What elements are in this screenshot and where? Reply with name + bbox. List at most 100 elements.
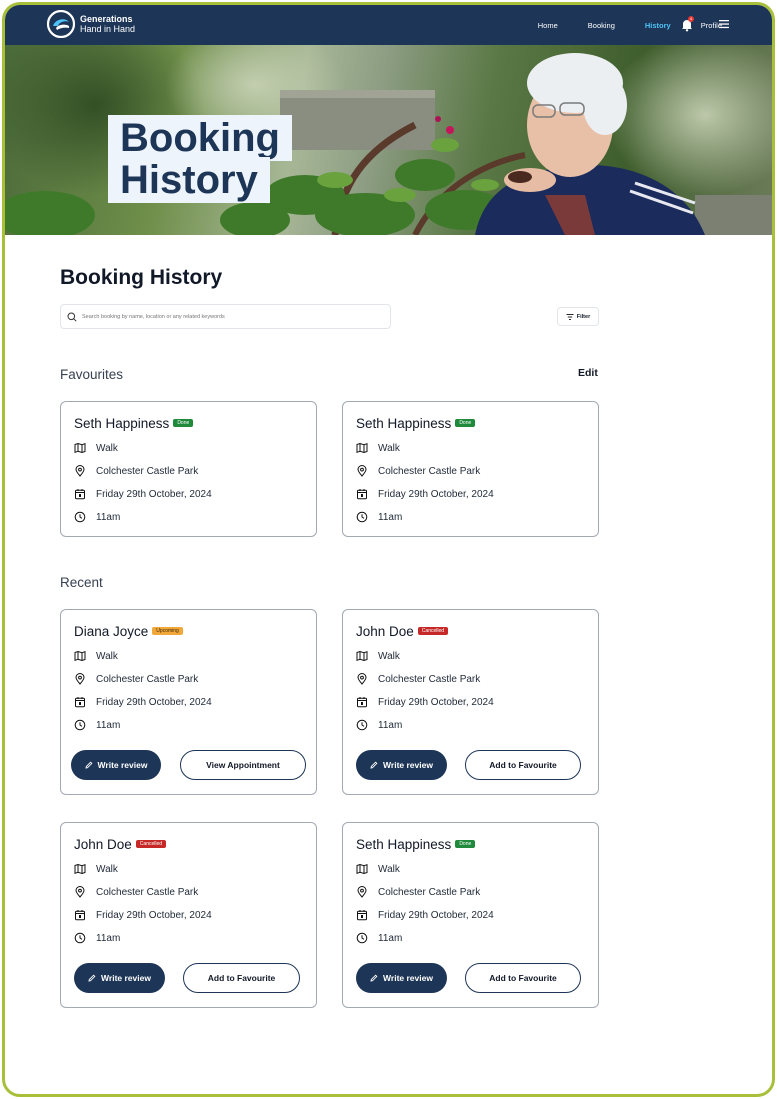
location-label: Colchester Castle Park [96,886,199,898]
map-icon [356,442,368,454]
location-label: Colchester Castle Park [378,886,481,898]
write-review-button[interactable]: Write review [71,750,161,780]
clock-icon [356,719,368,731]
time-label: 11am [378,511,403,523]
filter-icon [566,313,574,320]
date-label: Friday 29th October, 2024 [378,909,494,921]
status-badge: Done [455,840,476,848]
time-row: 11am [74,932,120,944]
secondary-action-label: Add to Favourite [489,760,557,770]
activity-label: Walk [96,863,118,875]
time-label: 11am [96,932,121,944]
notification-bell-button[interactable]: 4 [680,16,694,32]
activity-row: Walk [74,442,118,454]
date-label: Friday 29th October, 2024 [378,488,494,500]
date-label: Friday 29th October, 2024 [96,488,212,500]
notification-badge: 4 [688,16,694,22]
activity-row: Walk [74,650,118,662]
booking-name: Seth Happiness [356,837,452,852]
location-row: Colchester Castle Park [74,465,198,477]
hero-banner: Booking History [5,45,772,235]
location-pin-icon [357,673,367,685]
date-row: Friday 29th October, 2024 [356,909,494,921]
booking-name: Seth Happiness [74,416,170,431]
location-pin-icon [357,465,367,477]
date-row: Friday 29th October, 2024 [356,488,494,500]
date-label: Friday 29th October, 2024 [378,696,494,708]
status-badge: Done [455,419,476,427]
location-row: Colchester Castle Park [356,673,480,685]
nav-booking[interactable]: Booking [588,21,615,30]
activity-label: Walk [378,650,400,662]
add-to-favourite-button[interactable]: Add to Favourite [465,963,581,993]
search-bar[interactable] [60,304,391,329]
activity-row: Walk [74,863,118,875]
status-badge: Done [173,419,194,427]
booking-name: John Doe [74,837,132,852]
booking-card[interactable]: Seth Happiness Done Walk Colchester Castle … [60,401,317,537]
activity-label: Walk [96,650,118,662]
calendar-icon [357,697,367,708]
booking-card[interactable]: John Doe Cancelled Walk Colchester Castle P… [60,822,317,1008]
date-row: Friday 29th October, 2024 [74,696,212,708]
status-badge: Cancelled [417,627,449,635]
brand-line2: Hand in Hand [80,24,136,34]
search-icon [67,312,77,322]
time-label: 11am [96,719,121,731]
edit-favourites-button[interactable]: Edit [578,367,598,379]
write-review-button[interactable]: Write review [74,963,165,993]
time-row: 11am [74,719,120,731]
booking-card[interactable]: Seth Happiness Done Walk Colchester Castle … [342,822,599,1008]
location-pin-icon [75,465,85,477]
location-row: Colchester Castle Park [356,886,480,898]
status-badge: Cancelled [135,840,167,848]
filter-button[interactable]: Filter [557,307,599,326]
clock-icon [356,511,368,523]
activity-row: Walk [356,863,400,875]
pencil-icon [84,761,92,769]
page-title: Booking History [60,266,223,289]
secondary-action-label: View Appointment [206,760,280,770]
add-to-favourite-button[interactable]: Add to Favourite [183,963,300,993]
write-review-button[interactable]: Write review [356,750,447,780]
app-frame: Generations Hand in Hand Home Booking Hi… [2,2,775,1097]
calendar-icon [75,910,85,921]
calendar-icon [357,910,367,921]
location-pin-icon [75,673,85,685]
activity-row: Walk [356,650,400,662]
location-pin-icon [357,886,367,898]
clock-icon [74,511,86,523]
search-input[interactable] [82,313,382,320]
nav-home[interactable]: Home [538,21,558,30]
location-row: Colchester Castle Park [74,886,198,898]
view-appointment-button[interactable]: View Appointment [180,750,306,780]
favourites-heading: Favourites [60,367,124,382]
brand-logo[interactable]: Generations Hand in Hand [47,10,135,38]
location-label: Colchester Castle Park [96,673,199,685]
time-label: 11am [96,511,121,523]
location-row: Colchester Castle Park [74,673,198,685]
time-row: 11am [356,511,402,523]
clock-icon [356,932,368,944]
booking-card[interactable]: John Doe Cancelled Walk Colchester Castle P… [342,609,599,795]
location-label: Colchester Castle Park [378,465,481,477]
calendar-icon [75,697,85,708]
time-row: 11am [356,719,402,731]
booking-card[interactable]: Diana Joyce Upcoming Walk Colchester Castle… [60,609,317,795]
add-to-favourite-button[interactable]: Add to Favourite [465,750,581,780]
status-badge: Upcoming [152,627,183,635]
filter-label: Filter [576,313,591,320]
pencil-icon [88,974,96,982]
hamburger-menu-icon[interactable] [718,18,730,30]
map-icon [74,863,86,875]
brand-line1: Generations [80,14,133,24]
activity-row: Walk [356,442,400,454]
activity-label: Walk [96,442,118,454]
write-review-button[interactable]: Write review [356,963,447,993]
booking-card[interactable]: Seth Happiness Done Walk Colchester Castle … [342,401,599,537]
nav-history[interactable]: History [645,21,671,30]
activity-label: Walk [378,442,400,454]
location-row: Colchester Castle Park [356,465,480,477]
clock-icon [74,719,86,731]
booking-name: Diana Joyce [74,624,149,639]
